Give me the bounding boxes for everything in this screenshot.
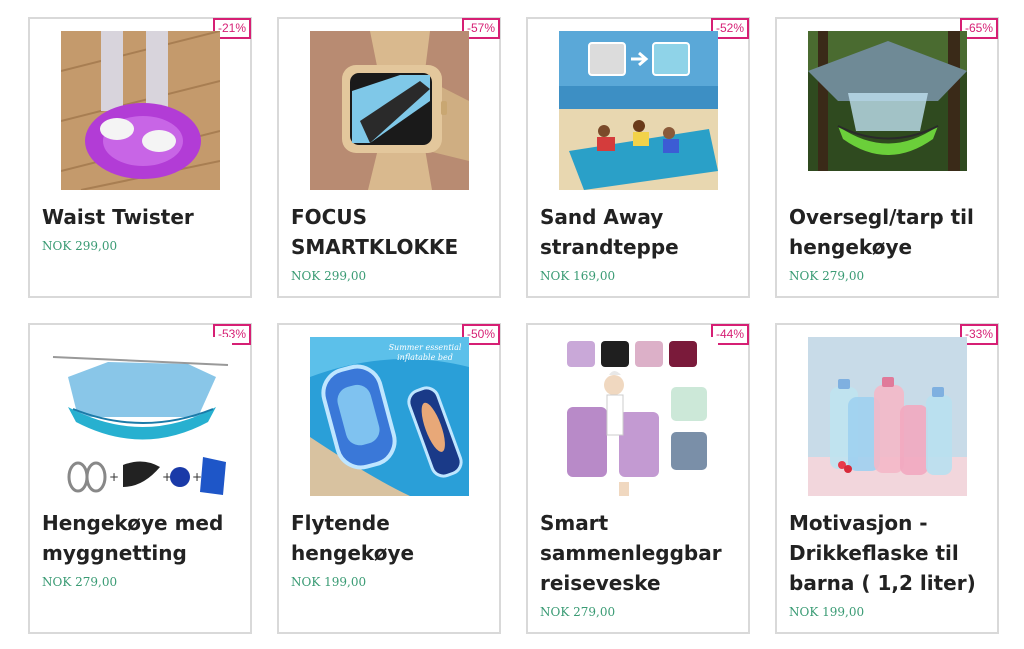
product-title[interactable]: Sand Away strandteppe xyxy=(540,202,740,262)
product-price: NOK 299,00 xyxy=(291,269,367,283)
water-bottle-image[interactable] xyxy=(808,337,967,496)
product-card[interactable]: -21% Waist Twister NOK 299,00 xyxy=(28,17,252,298)
product-card[interactable]: -57% FOCUS SMARTKLOKKE NOK 299,00 xyxy=(277,17,501,298)
smartwatch-image[interactable] xyxy=(310,31,469,190)
product-title[interactable]: Hengekøye med myggnetting xyxy=(42,508,242,568)
beach-blanket-image[interactable] xyxy=(559,31,718,190)
product-card[interactable]: -33% Motivasjon - Drikkeflaske til barna… xyxy=(775,323,999,634)
product-price: NOK 199,00 xyxy=(789,605,865,619)
product-card[interactable]: -53% + + + Hengekøye med myggnetting NOK… xyxy=(28,323,252,634)
product-price: NOK 299,00 xyxy=(42,239,118,253)
product-card[interactable]: -52% Sand Away strandteppe NOK 169,00 xyxy=(526,17,750,298)
product-price: NOK 169,00 xyxy=(540,269,616,283)
hammock-net-image[interactable]: + + + xyxy=(48,337,232,496)
image-caption: Summer essential inflatable bed xyxy=(388,343,462,362)
product-card[interactable]: -44% Smart sammenleggbar reiseveske NOK … xyxy=(526,323,750,634)
svg-text:+: + xyxy=(192,470,202,484)
product-card[interactable]: -50% Summer essential inflatable bed Fly… xyxy=(277,323,501,634)
product-card[interactable]: -65% Oversegl/tarp til hengekøye NOK 279… xyxy=(775,17,999,298)
product-grid: -21% Waist Twister NOK 299,00 -57% FOCUS… xyxy=(28,17,999,634)
product-price: NOK 279,00 xyxy=(540,605,616,619)
product-title[interactable]: Flytende hengekøye xyxy=(291,508,491,568)
tarp-hammock-image[interactable] xyxy=(808,31,967,190)
product-title[interactable]: Motivasjon - Drikkeflaske til barna ( 1,… xyxy=(789,508,989,598)
product-price: NOK 279,00 xyxy=(42,575,118,589)
svg-text:+: + xyxy=(109,470,119,484)
product-title[interactable]: Smart sammenleggbar reiseveske xyxy=(540,508,740,598)
product-price: NOK 199,00 xyxy=(291,575,367,589)
floating-hammock-image[interactable]: Summer essential inflatable bed xyxy=(310,337,469,496)
product-title[interactable]: Waist Twister xyxy=(42,202,242,232)
waist-twister-image[interactable] xyxy=(61,31,220,190)
travel-bag-image[interactable] xyxy=(559,337,718,496)
product-title[interactable]: Oversegl/tarp til hengekøye xyxy=(789,202,989,262)
product-price: NOK 279,00 xyxy=(789,269,865,283)
product-title[interactable]: FOCUS SMARTKLOKKE xyxy=(291,202,491,262)
